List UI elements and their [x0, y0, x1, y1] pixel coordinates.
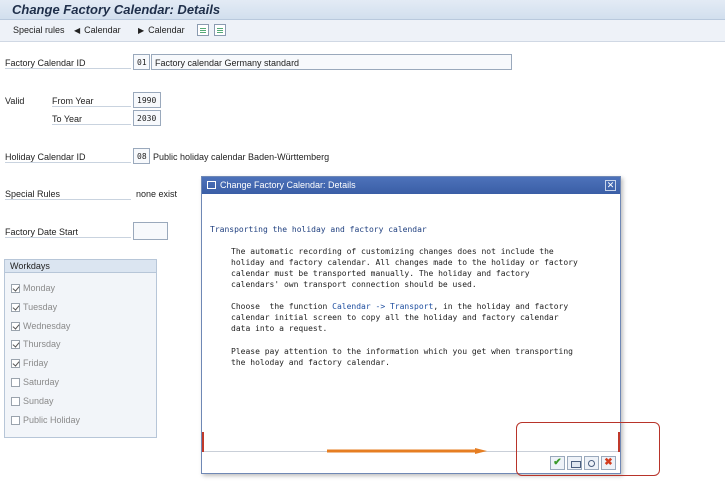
triangle-right-icon: ▶ — [138, 26, 145, 35]
saturday-checkbox[interactable] — [11, 377, 20, 387]
wednesday-checkbox[interactable] — [11, 321, 20, 331]
dialog-edge-marker — [202, 432, 204, 452]
factory-calendar-id-field[interactable]: 01 — [133, 54, 150, 70]
workday-label: Public Holiday — [23, 415, 81, 425]
calendar-prev-button[interactable]: ◀ Calendar — [74, 25, 121, 35]
workday-label: Tuesday — [23, 302, 58, 312]
special-rules-button[interactable]: Special rules — [13, 25, 65, 35]
factory-date-start-label: Factory Date Start — [5, 227, 131, 238]
special-rules-value: none exist — [136, 189, 178, 199]
triangle-left-icon: ◀ — [74, 26, 81, 35]
holiday-calendar-desc: Public holiday calendar Baden-Württember… — [153, 152, 330, 162]
friday-checkbox[interactable] — [11, 358, 20, 368]
document-edit-icon[interactable] — [214, 24, 226, 36]
workday-public-holiday[interactable]: Public Holiday — [11, 415, 80, 425]
from-year-field[interactable]: 1990 — [133, 92, 161, 108]
workday-label: Saturday — [23, 377, 60, 387]
tuesday-checkbox[interactable] — [11, 302, 20, 312]
to-year-field[interactable]: 2030 — [133, 110, 161, 126]
dialog-heading: Transporting the holiday and factory cal… — [210, 225, 427, 234]
thursday-checkbox[interactable] — [11, 339, 20, 349]
dialog-title: Change Factory Calendar: Details — [220, 180, 356, 190]
holiday-calendar-id-label: Holiday Calendar ID — [5, 152, 131, 163]
dialog-text-line: calendars' own transport connection shou… — [231, 280, 477, 289]
dialog-text-line: The automatic recording of customizing c… — [231, 247, 554, 256]
dialog-text-line: data into a request. — [231, 324, 328, 333]
calendar-next-button[interactable]: ▶ Calendar — [138, 25, 185, 35]
dialog-body: Transporting the holiday and factory cal… — [202, 194, 620, 452]
annotation-arrow-icon — [327, 448, 487, 454]
application-toolbar: Special rules ◀ Calendar ▶ Calendar — [0, 20, 725, 42]
workday-friday[interactable]: Friday — [11, 358, 48, 368]
dialog-text-line: calendar initial screen to copy all the … — [231, 313, 559, 322]
dialog-text-line: calendar must be transported manually. T… — [231, 269, 530, 278]
workday-label: Thursday — [23, 339, 61, 349]
workday-saturday[interactable]: Saturday — [11, 377, 59, 387]
calendar-next-label: Calendar — [148, 25, 185, 35]
workday-label: Wednesday — [23, 321, 71, 331]
workday-sunday[interactable]: Sunday — [11, 396, 54, 406]
dialog-text-line: Choose the function Calendar -> Transpor… — [231, 301, 568, 312]
valid-label: Valid — [5, 96, 25, 106]
dialog-text-line: Please pay attention to the information … — [231, 347, 573, 356]
workday-label: Friday — [23, 358, 49, 368]
public-holiday-checkbox[interactable] — [11, 415, 20, 425]
workday-tuesday[interactable]: Tuesday — [11, 302, 57, 312]
title-bar: Change Factory Calendar: Details — [0, 0, 725, 20]
factory-date-start-field[interactable] — [133, 222, 168, 240]
page-title: Change Factory Calendar: Details — [12, 2, 221, 17]
monday-checkbox[interactable] — [11, 283, 20, 293]
workday-wednesday[interactable]: Wednesday — [11, 321, 70, 331]
sunday-checkbox[interactable] — [11, 396, 20, 406]
document-list-icon[interactable] — [197, 24, 209, 36]
from-year-label: From Year — [52, 96, 131, 107]
workday-thursday[interactable]: Thursday — [11, 339, 61, 349]
calendar-prev-label: Calendar — [84, 25, 121, 35]
holiday-calendar-id-field[interactable]: 08 — [133, 148, 150, 164]
dialog-title-bar: Change Factory Calendar: Details ✕ — [202, 177, 620, 194]
workdays-title: Workdays — [5, 260, 156, 273]
dialog-text-segment: , in the holiday and factory — [433, 302, 569, 311]
factory-calendar-id-label: Factory Calendar ID — [5, 58, 131, 69]
factory-calendar-desc-field: Factory calendar Germany standard — [151, 54, 512, 70]
workday-label: Monday — [23, 283, 56, 293]
calendar-transport-link[interactable]: Calendar -> Transport — [332, 302, 433, 311]
dialog-text-line: holiday and factory calendar. All change… — [231, 258, 578, 267]
dialog-window-icon — [207, 181, 216, 189]
dialog-text-line: the holoday and factory calendar. — [231, 358, 390, 367]
close-icon[interactable]: ✕ — [605, 180, 616, 191]
annotation-highlight-box — [516, 422, 660, 476]
workday-label: Sunday — [23, 396, 54, 406]
special-rules-label: Special Rules — [5, 189, 131, 200]
to-year-label: To Year — [52, 114, 131, 125]
workdays-group: Workdays Monday Tuesday Wednesday Thursd… — [4, 259, 157, 438]
dialog-text-segment: Choose the function — [231, 302, 333, 311]
workday-monday[interactable]: Monday — [11, 283, 55, 293]
